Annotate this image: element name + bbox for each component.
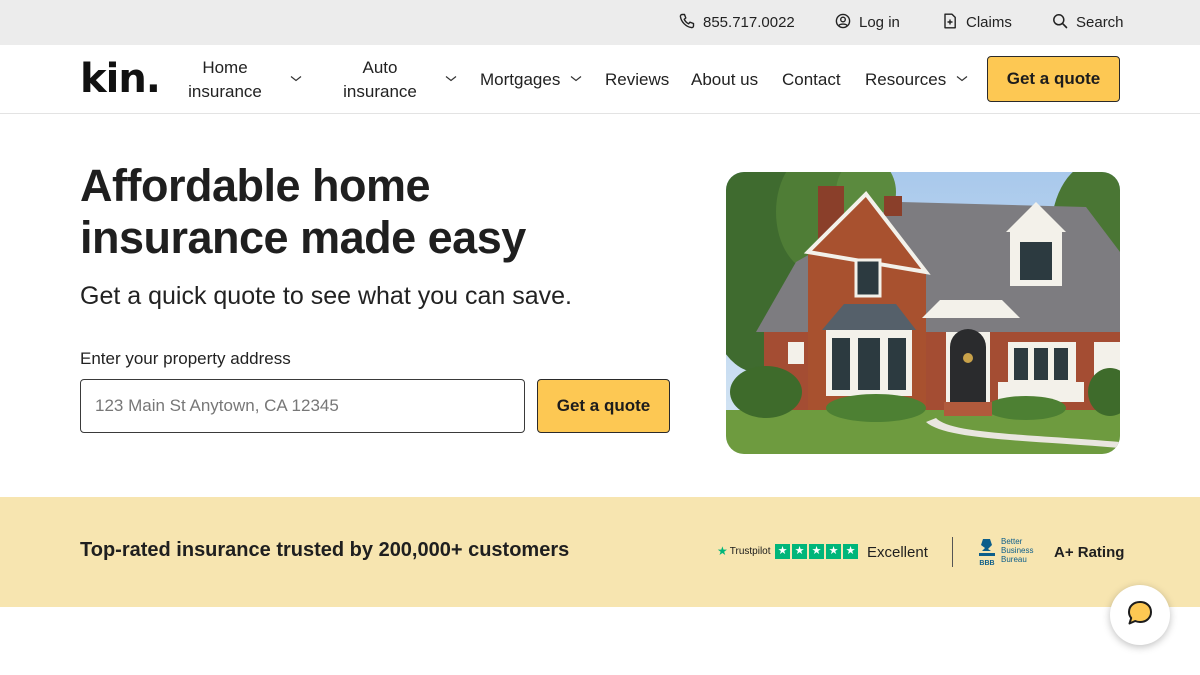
login-link[interactable]: Log in xyxy=(835,0,900,45)
trustpilot-brand: Trustpilot xyxy=(729,545,771,557)
hero-house-photo xyxy=(726,172,1120,454)
star-icon: ★ xyxy=(775,544,790,559)
nav-item-label: Reviews xyxy=(605,69,670,89)
bbb-torch-icon: BBB xyxy=(977,537,997,572)
search-icon xyxy=(1052,13,1068,33)
phone-link[interactable]: 855.717.0022 xyxy=(679,0,795,45)
trustpilot-rating: Excellent xyxy=(867,544,928,561)
address-label: Enter your property address xyxy=(80,349,291,368)
nav-item-mortgages[interactable]: Mortgages xyxy=(480,45,582,114)
search-link[interactable]: Search xyxy=(1052,0,1124,45)
bbb-brand-line: Business xyxy=(1001,546,1034,555)
bbb-brand-line: Bureau xyxy=(1001,555,1027,564)
nav-item-label: Auto insurance xyxy=(343,57,417,101)
star-icon: ★ xyxy=(843,544,858,559)
trust-band: Top-rated insurance trusted by 200,000+ … xyxy=(0,497,1200,607)
kin-logo[interactable]: kin. xyxy=(80,59,161,99)
nav-item-label: About us xyxy=(691,69,759,89)
nav-item-home-insurance[interactable]: Home insurance xyxy=(170,45,302,114)
chevron-down-icon xyxy=(445,75,457,85)
claims-link[interactable]: Claims xyxy=(942,0,1012,45)
nav-get-quote-button[interactable]: Get a quote xyxy=(987,56,1120,102)
main-nav: kin. Home insurance Auto insurance Mortg… xyxy=(0,45,1200,114)
star-icon: ★ xyxy=(826,544,841,559)
hero-get-quote-button[interactable]: Get a quote xyxy=(537,379,670,433)
chevron-down-icon xyxy=(290,75,302,85)
divider xyxy=(952,537,953,567)
chat-button[interactable] xyxy=(1110,585,1170,645)
phone-icon xyxy=(679,13,695,33)
trust-headline: Top-rated insurance trusted by 200,000+ … xyxy=(80,539,570,561)
chevron-down-icon xyxy=(956,75,968,85)
address-input[interactable] xyxy=(80,379,525,433)
user-circle-icon xyxy=(835,13,851,33)
hero-subtitle: Get a quick quote to see what you can sa… xyxy=(80,282,572,310)
nav-item-reviews[interactable]: Reviews xyxy=(605,45,669,114)
hero-title: Affordable home insurance made easy xyxy=(80,160,526,263)
bbb-brand-line: Better xyxy=(1001,537,1023,546)
svg-text:BBB: BBB xyxy=(979,560,994,567)
chat-bubble-icon xyxy=(1126,599,1154,632)
star-icon: ★ xyxy=(809,544,824,559)
nav-item-about-us[interactable]: About us xyxy=(691,45,758,114)
file-plus-icon xyxy=(942,13,958,33)
trustpilot-star-icon: ★ xyxy=(717,544,728,558)
nav-item-label: Contact xyxy=(782,69,841,89)
star-icon: ★ xyxy=(792,544,807,559)
nav-item-label: Resources xyxy=(865,69,947,89)
trustpilot-stars: ★ ★ ★ ★ ★ xyxy=(775,544,858,559)
login-label: Log in xyxy=(859,14,900,31)
nav-item-resources[interactable]: Resources xyxy=(865,45,968,114)
nav-item-auto-insurance[interactable]: Auto insurance xyxy=(325,45,457,114)
bbb-logo[interactable]: BBB Better Business Bureau xyxy=(977,537,1033,572)
chevron-down-icon xyxy=(570,75,582,85)
bbb-brand: Better Business Bureau xyxy=(1001,537,1033,564)
nav-item-label: Mortgages xyxy=(480,69,561,89)
nav-item-contact[interactable]: Contact xyxy=(782,45,841,114)
trustpilot-logo[interactable]: ★ Trustpilot xyxy=(717,544,771,558)
utility-bar: 855.717.0022 Log in Claims Search xyxy=(0,0,1200,45)
claims-label: Claims xyxy=(966,14,1012,31)
nav-item-label: Home insurance xyxy=(188,57,262,101)
search-label: Search xyxy=(1076,14,1124,31)
phone-number: 855.717.0022 xyxy=(703,14,795,31)
bbb-rating: A+ Rating xyxy=(1054,544,1125,561)
